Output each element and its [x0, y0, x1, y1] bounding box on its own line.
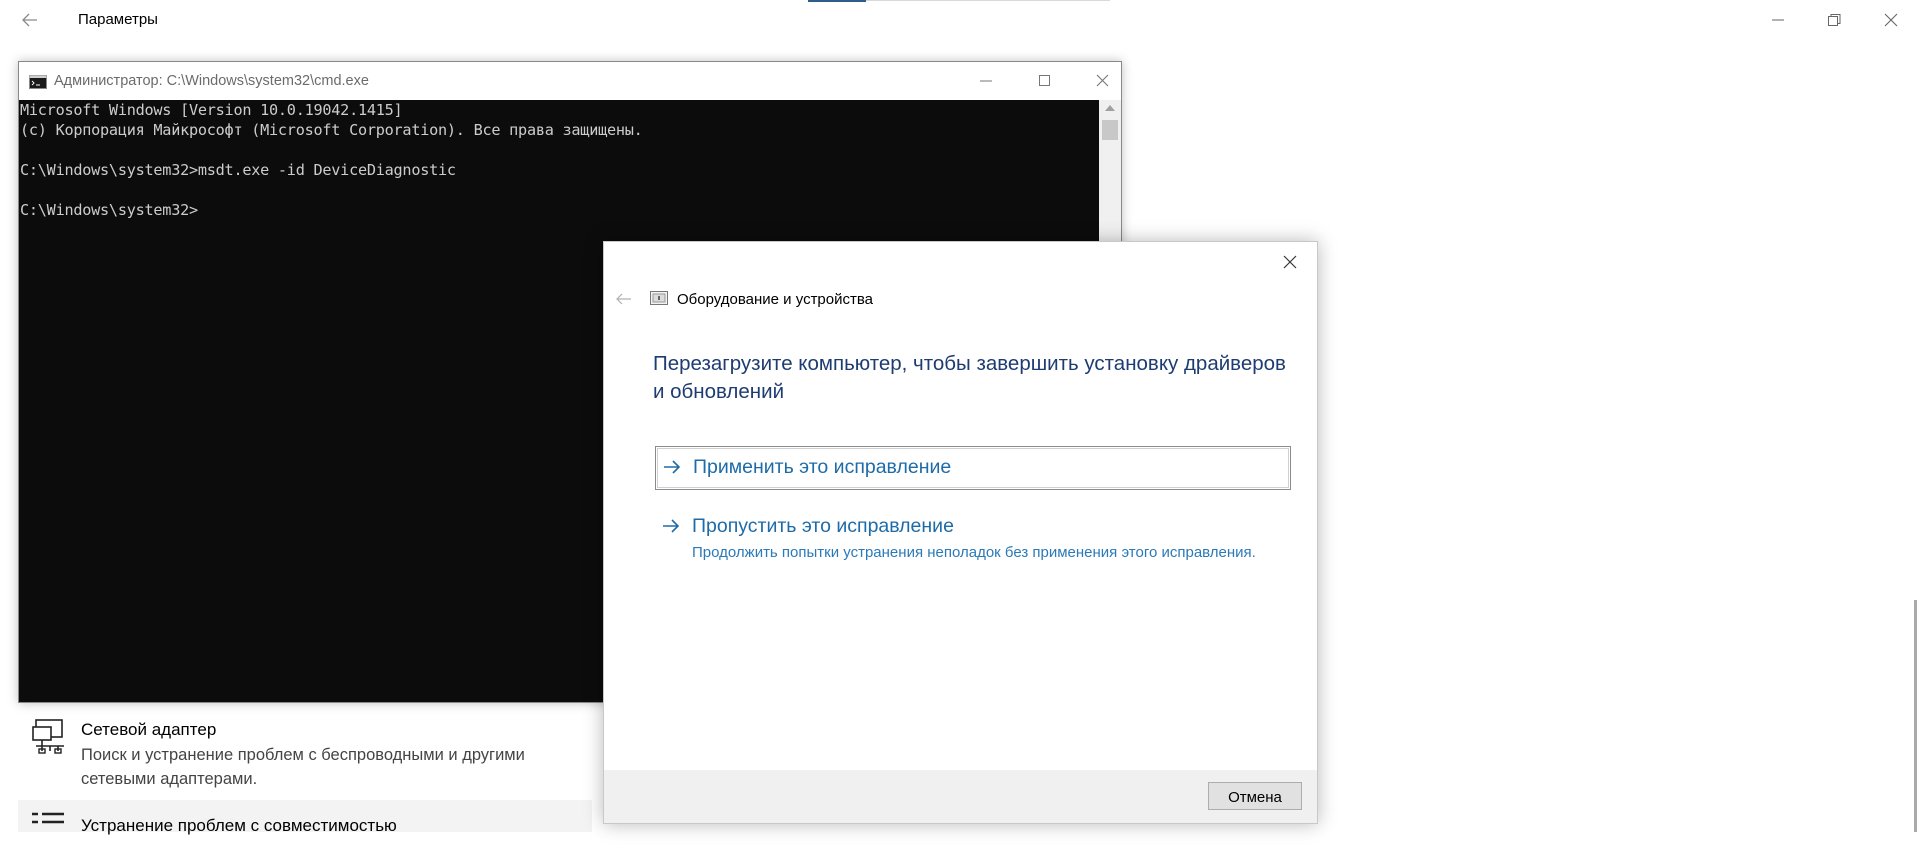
- troubleshooter-dialog: Оборудование и устройства Перезагрузите …: [603, 241, 1318, 824]
- troubleshooter-title: Сетевой адаптер: [81, 720, 217, 739]
- cmd-minimize-icon[interactable]: [973, 69, 999, 93]
- apply-fix-label: Применить это исправление: [693, 456, 952, 478]
- skip-fix-label: Пропустить это исправление: [692, 515, 954, 537]
- apply-fix-option[interactable]: Применить это исправление: [655, 446, 1291, 490]
- console-line: (c) Корпорация Майкрософт (Microsoft Cor…: [20, 121, 643, 139]
- cancel-button[interactable]: Отмена: [1208, 782, 1302, 810]
- dialog-heading: Перезагрузите компьютер, чтобы завершить…: [653, 352, 1286, 403]
- skip-fix-option[interactable]: Пропустить это исправление Продолжить по…: [655, 510, 1289, 572]
- settings-scrollbar[interactable]: [1914, 600, 1917, 832]
- restore-icon[interactable]: [1822, 8, 1846, 32]
- scroll-thumb[interactable]: [1102, 120, 1118, 140]
- arrow-right-icon: [662, 459, 682, 475]
- settings-window-title: Параметры: [78, 11, 158, 28]
- cmd-app-icon: [29, 75, 47, 89]
- compatibility-list-icon: [30, 812, 70, 852]
- console-line: C:\Windows\system32>: [20, 201, 198, 219]
- hardware-devices-icon: [650, 290, 668, 306]
- cmd-window-title: Администратор: C:\Windows\system32\cmd.e…: [54, 73, 369, 89]
- back-arrow-icon[interactable]: [20, 10, 40, 30]
- tab-indicator: [808, 0, 866, 2]
- console-line: Microsoft Windows [Version 10.0.19042.14…: [20, 101, 403, 119]
- dialog-app-title: Оборудование и устройства: [677, 291, 874, 308]
- minimize-icon[interactable]: [1766, 8, 1790, 32]
- dialog-footer: Отмена: [604, 770, 1317, 823]
- troubleshooter-description: Поиск и устранение проблем с беспроводны…: [81, 746, 525, 788]
- scroll-up-arrow-icon[interactable]: [1105, 105, 1115, 111]
- console-line: C:\Windows\system32>msdt.exe -id DeviceD…: [20, 161, 456, 179]
- troubleshooter-network-adapter[interactable]: Сетевой адаптер Поиск и устранение пробл…: [18, 708, 592, 788]
- dialog-back-arrow-icon[interactable]: [614, 291, 634, 307]
- settings-titlebar: Параметры: [0, 0, 1920, 40]
- tab-indicator-track: [866, 0, 1110, 1]
- dialog-close-icon[interactable]: [1280, 252, 1300, 272]
- troubleshooter-title: Устранение проблем с совместимостью: [81, 816, 397, 835]
- cmd-titlebar[interactable]: Администратор: C:\Windows\system32\cmd.e…: [19, 62, 1121, 100]
- troubleshooter-compatibility[interactable]: Устранение проблем с совместимостью: [18, 800, 592, 835]
- network-adapter-icon: [30, 716, 70, 756]
- skip-fix-description: Продолжить попытки устранения неполадок …: [692, 544, 1256, 561]
- arrow-right-icon: [661, 518, 681, 534]
- close-icon[interactable]: [1879, 8, 1903, 32]
- cmd-close-icon[interactable]: [1089, 69, 1115, 93]
- cmd-maximize-icon[interactable]: [1031, 69, 1057, 93]
